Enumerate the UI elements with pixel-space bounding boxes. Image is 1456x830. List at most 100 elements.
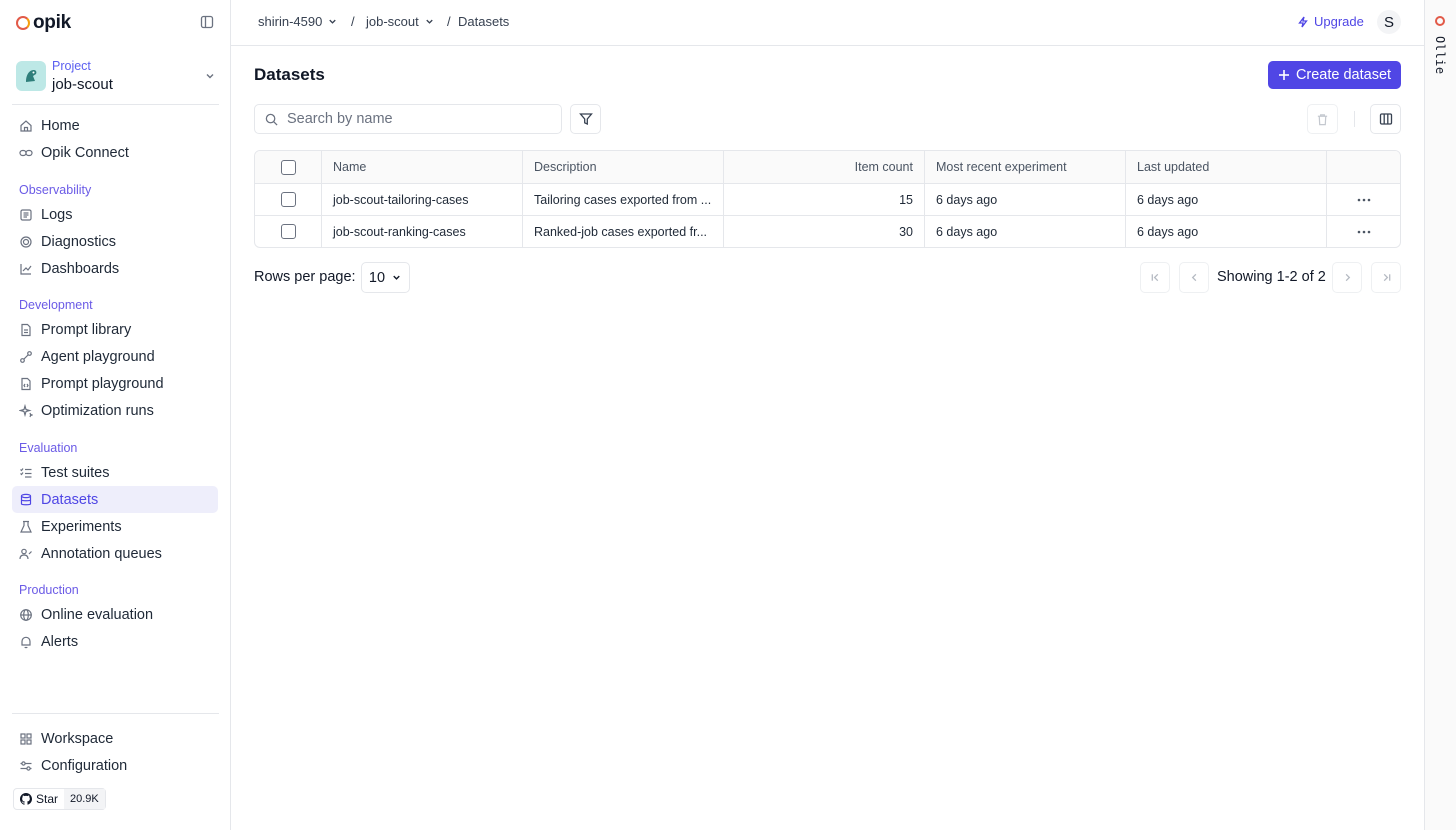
brand-name: opik bbox=[33, 12, 71, 33]
list-icon bbox=[19, 208, 33, 222]
row-actions-cell bbox=[1327, 184, 1400, 215]
delete-button[interactable] bbox=[1307, 104, 1338, 134]
sidebar-item-diagnostics[interactable]: Diagnostics bbox=[12, 228, 218, 255]
column-header-last-updated[interactable]: Last updated bbox=[1126, 151, 1327, 183]
filter-button[interactable] bbox=[570, 104, 601, 134]
last-page-button[interactable] bbox=[1371, 262, 1401, 293]
row-checkbox-cell bbox=[255, 216, 322, 247]
sidebar-item-prompt-library[interactable]: Prompt library bbox=[12, 316, 218, 343]
dataset-description: Tailoring cases exported from ... bbox=[523, 184, 724, 215]
trash-icon bbox=[1316, 113, 1329, 126]
columns-button[interactable] bbox=[1370, 104, 1401, 134]
create-dataset-label: Create dataset bbox=[1295, 67, 1392, 83]
pagination-status: Showing 1-2 of 2 bbox=[1217, 269, 1326, 285]
row-checkbox-cell bbox=[255, 184, 322, 215]
bell-icon bbox=[19, 635, 33, 649]
page-title: Datasets bbox=[254, 65, 325, 84]
chevron-down-icon bbox=[327, 16, 338, 27]
table-header-row: Name Description Item count Most recent … bbox=[255, 151, 1400, 183]
sidebar-item-datasets[interactable]: Datasets bbox=[12, 486, 218, 513]
sidebar-item-workspace[interactable]: Workspace bbox=[12, 725, 218, 752]
sidebar-item-test-suites[interactable]: Test suites bbox=[12, 459, 218, 486]
sidebar-item-label: Workspace bbox=[41, 730, 114, 747]
sidebar-item-annotation-queues[interactable]: Annotation queues bbox=[12, 540, 218, 567]
column-header-item-count[interactable]: Item count bbox=[724, 151, 925, 183]
next-page-button[interactable] bbox=[1332, 262, 1362, 293]
agent-icon bbox=[19, 350, 33, 364]
dataset-description-text: Tailoring cases exported from ... bbox=[534, 192, 712, 207]
project-label: Project bbox=[52, 59, 91, 73]
sidebar-item-experiments[interactable]: Experiments bbox=[12, 513, 218, 540]
project-selector[interactable]: Project job-scout bbox=[16, 58, 216, 94]
sidebar-item-dashboards[interactable]: Dashboards bbox=[12, 255, 218, 282]
grid-icon bbox=[19, 732, 33, 746]
section-production: Production bbox=[19, 583, 79, 597]
select-all-checkbox[interactable] bbox=[280, 159, 296, 175]
column-header-description[interactable]: Description bbox=[523, 151, 724, 183]
breadcrumb-label: shirin-4590 bbox=[258, 14, 323, 29]
dataset-last-updated: 6 days ago bbox=[1126, 216, 1327, 247]
sidebar-item-label: Diagnostics bbox=[41, 233, 116, 250]
more-horizontal-icon[interactable] bbox=[1357, 198, 1371, 202]
dataset-description-text: Ranked-job cases exported fr... bbox=[534, 224, 708, 239]
sidebar-item-label: Configuration bbox=[41, 757, 128, 774]
users-icon bbox=[19, 547, 33, 561]
dataset-recent-experiment: 6 days ago bbox=[925, 184, 1126, 215]
sidebar-item-home[interactable]: Home bbox=[12, 112, 218, 139]
table-row[interactable]: job-scout-tailoring-cases Tailoring case… bbox=[255, 183, 1400, 215]
rows-per-page-label: Rows per page: bbox=[254, 269, 356, 285]
github-star-button[interactable]: Star 20.9K bbox=[13, 788, 106, 810]
sidebar-item-configuration[interactable]: Configuration bbox=[12, 752, 218, 779]
column-header-recent-experiment[interactable]: Most recent experiment bbox=[925, 151, 1126, 183]
column-header-actions bbox=[1327, 151, 1400, 183]
github-star-label: Star bbox=[36, 792, 59, 806]
create-dataset-button[interactable]: Create dataset bbox=[1268, 61, 1401, 89]
first-page-button[interactable] bbox=[1140, 262, 1170, 293]
opik-logo[interactable]: opik bbox=[16, 12, 71, 34]
breadcrumb-label: Datasets bbox=[458, 14, 510, 29]
sidebar-item-alerts[interactable]: Alerts bbox=[12, 628, 218, 655]
upgrade-link[interactable]: Upgrade bbox=[1297, 14, 1364, 29]
search-box bbox=[254, 104, 562, 134]
dataset-item-count: 15 bbox=[724, 184, 925, 215]
search-icon bbox=[265, 113, 278, 126]
sidebar-item-label: Test suites bbox=[41, 464, 110, 481]
link-icon bbox=[19, 146, 33, 160]
flask-icon bbox=[19, 520, 33, 534]
opik-logo-icon bbox=[1435, 16, 1445, 26]
breadcrumb-label: job-scout bbox=[366, 14, 419, 29]
assistant-label: Ollie bbox=[1433, 36, 1447, 75]
sidebar-item-label: Experiments bbox=[41, 518, 122, 535]
dataset-name[interactable]: job-scout-tailoring-cases bbox=[322, 184, 523, 215]
breadcrumb-workspace[interactable]: shirin-4590 bbox=[258, 14, 338, 29]
more-horizontal-icon[interactable] bbox=[1357, 230, 1371, 234]
opik-logo-icon bbox=[16, 16, 30, 30]
assistant-strip[interactable]: Ollie bbox=[1424, 0, 1456, 830]
sidebar-item-opik-connect[interactable]: Opik Connect bbox=[12, 139, 218, 166]
sidebar-item-online-evaluation[interactable]: Online evaluation bbox=[12, 601, 218, 628]
dataset-name[interactable]: job-scout-ranking-cases bbox=[322, 216, 523, 247]
sidebar-item-optimization-runs[interactable]: Optimization runs bbox=[12, 397, 218, 424]
column-header-name[interactable]: Name bbox=[322, 151, 523, 183]
sidebar-item-label: Logs bbox=[41, 206, 73, 223]
rows-per-page-select[interactable]: 10 bbox=[361, 262, 410, 293]
github-icon bbox=[20, 793, 32, 805]
sidebar-item-prompt-playground[interactable]: Prompt playground bbox=[12, 370, 218, 397]
chart-line-icon bbox=[19, 262, 33, 276]
previous-page-button[interactable] bbox=[1179, 262, 1209, 293]
sidebar-item-label: Online evaluation bbox=[41, 606, 154, 623]
plus-icon bbox=[1278, 69, 1290, 81]
breadcrumb-project[interactable]: job-scout bbox=[366, 14, 435, 29]
search-input[interactable] bbox=[287, 111, 547, 127]
sidebar-toggle-icon[interactable] bbox=[200, 15, 216, 31]
user-avatar[interactable]: S bbox=[1377, 10, 1401, 34]
row-checkbox[interactable] bbox=[280, 224, 296, 239]
table-row[interactable]: job-scout-ranking-cases Ranked-job cases… bbox=[255, 215, 1400, 247]
sidebar-item-agent-playground[interactable]: Agent playground bbox=[12, 343, 218, 370]
toolbar-separator bbox=[1354, 111, 1355, 127]
globe-icon bbox=[19, 608, 33, 622]
row-checkbox[interactable] bbox=[280, 192, 296, 207]
logo-row: opik bbox=[16, 12, 216, 34]
sidebar-item-logs[interactable]: Logs bbox=[12, 201, 218, 228]
chevrons-left-icon bbox=[1150, 272, 1161, 283]
